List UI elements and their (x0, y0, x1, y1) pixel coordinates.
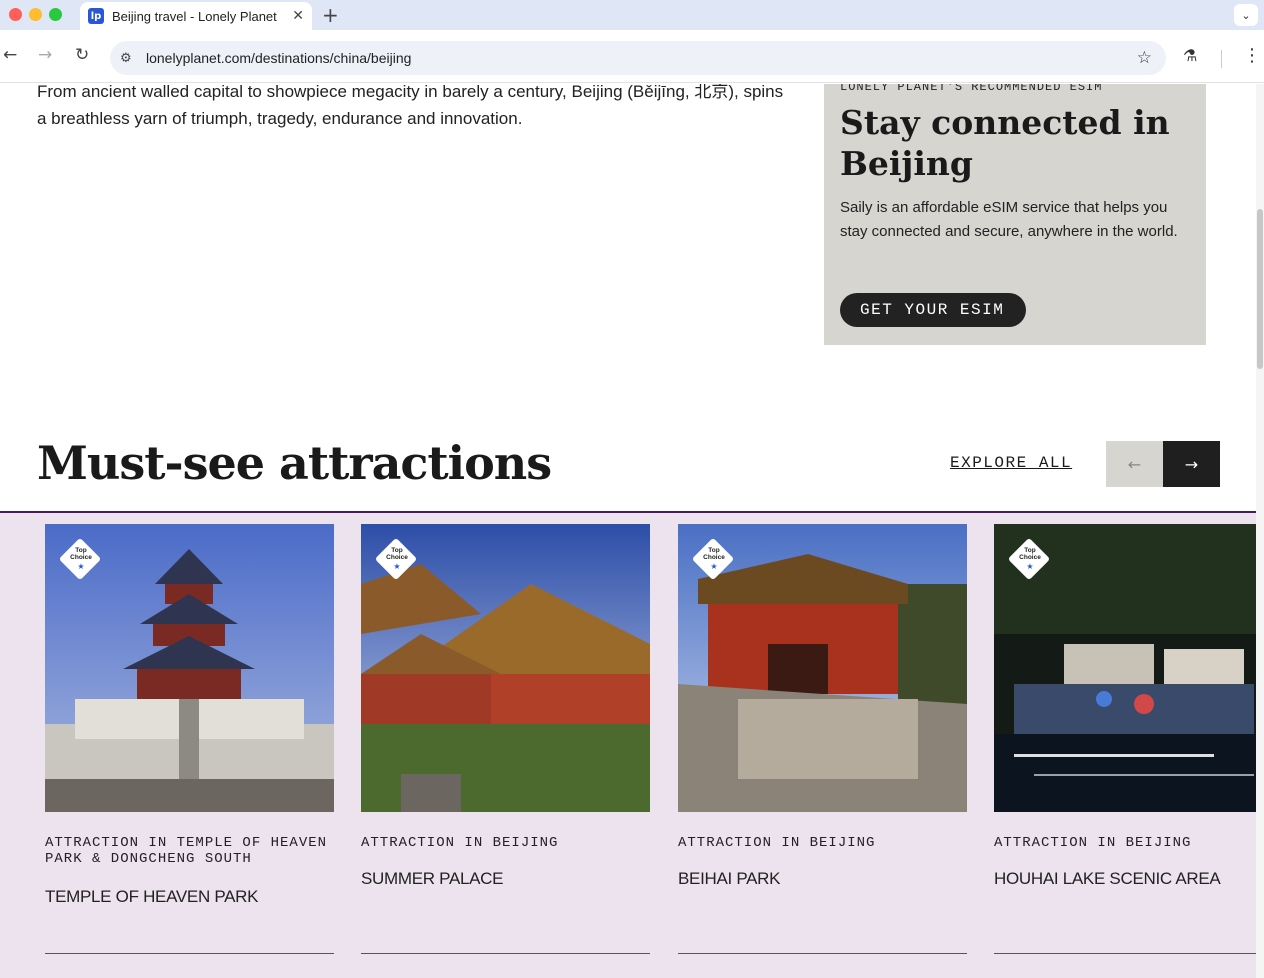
card-title-link[interactable]: SUMMER PALACE (361, 869, 650, 889)
top-choice-label: Top Choice (703, 547, 725, 561)
attraction-card[interactable]: Top Choice ★ ATTRACTION IN BEIJING HOUHA… (994, 524, 1256, 889)
attraction-card[interactable]: Top Choice ★ ATTRACTION IN BEIJING SUMME… (361, 524, 650, 889)
intro-paragraph: From ancient walled capital to showpiece… (37, 84, 784, 128)
card-title-link[interactable]: HOUHAI LAKE SCENIC AREA (994, 869, 1256, 889)
browser-tab[interactable]: lp Beijing travel - Lonely Planet ✕ (80, 2, 312, 30)
carousel-nav: ← → (1106, 441, 1220, 487)
star-icon: ★ (393, 562, 401, 571)
browser-toolbar: ← → ↻ ⚙ lonelyplanet.com/destinations/ch… (0, 30, 1264, 83)
star-icon: ★ (710, 562, 718, 571)
top-choice-label: Top Choice (386, 547, 408, 561)
card-title-link[interactable]: TEMPLE OF HEAVEN PARK (45, 887, 334, 907)
esim-eyebrow: LONELY PLANET'S RECOMMENDED ESIM (840, 84, 1103, 94)
top-choice-label: Top Choice (70, 547, 92, 561)
new-tab-icon[interactable]: + (322, 3, 339, 27)
maximize-window-button[interactable] (49, 8, 62, 21)
site-settings-icon[interactable]: ⚙ (120, 51, 138, 66)
tab-search-chevron-icon[interactable]: ⌄ (1234, 4, 1258, 26)
star-icon: ★ (77, 562, 85, 571)
star-icon: ★ (1026, 562, 1034, 571)
card-category: ATTRACTION IN BEIJING (361, 835, 559, 851)
attraction-card[interactable]: Top Choice ★ ATTRACTION IN TEMPLE OF HEA… (45, 524, 334, 907)
minimize-window-button[interactable] (29, 8, 42, 21)
card-divider (678, 953, 967, 954)
address-bar[interactable]: ⚙ lonelyplanet.com/destinations/china/be… (110, 41, 1166, 75)
card-divider (361, 953, 650, 954)
tab-title: Beijing travel - Lonely Planet (112, 8, 277, 24)
close-tab-icon[interactable]: ✕ (292, 8, 304, 24)
forward-arrow-icon[interactable]: → (38, 45, 52, 65)
card-divider (45, 953, 334, 954)
card-category: ATTRACTION IN TEMPLE OF HEAVEN PARK & DO… (45, 835, 328, 867)
lonely-planet-favicon-icon: lp (88, 8, 104, 24)
arrow-left-icon: ← (1127, 454, 1142, 474)
attraction-card[interactable]: Top Choice ★ ATTRACTION IN BEIJING BEIHA… (678, 524, 967, 889)
esim-promo-card: LONELY PLANET'S RECOMMENDED ESIM Stay co… (824, 84, 1206, 345)
attractions-carousel[interactable]: Top Choice ★ ATTRACTION IN TEMPLE OF HEA… (0, 511, 1256, 978)
page-scrollbar[interactable] (1256, 84, 1264, 978)
get-esim-button[interactable]: GET YOUR ESIM (840, 293, 1027, 327)
labs-flask-icon[interactable]: ⚗ (1183, 46, 1197, 65)
toolbar-divider (1221, 50, 1222, 68)
arrow-right-icon: → (1184, 454, 1199, 474)
section-title: Must-see attractions (37, 436, 552, 490)
card-category: ATTRACTION IN BEIJING (994, 835, 1192, 851)
beihai-park-image[interactable]: Top Choice ★ (678, 524, 967, 812)
houhai-lake-image[interactable]: Top Choice ★ (994, 524, 1256, 812)
carousel-prev-button[interactable]: ← (1106, 441, 1163, 487)
summer-palace-image[interactable]: Top Choice ★ (361, 524, 650, 812)
bookmark-star-icon[interactable]: ☆ (1137, 48, 1152, 68)
scrollbar-thumb[interactable] (1257, 209, 1263, 369)
page-content: From ancient walled capital to showpiece… (0, 84, 1256, 978)
card-divider (994, 953, 1256, 954)
back-arrow-icon[interactable]: ← (3, 45, 17, 65)
card-category: ATTRACTION IN BEIJING (678, 835, 876, 851)
top-choice-label: Top Choice (1019, 547, 1041, 561)
url-text[interactable]: lonelyplanet.com/destinations/china/beij… (146, 50, 411, 66)
reload-icon[interactable]: ↻ (75, 45, 89, 65)
more-menu-icon[interactable]: ⋮ (1243, 45, 1261, 66)
esim-title: Stay connected in Beijing (840, 103, 1170, 183)
carousel-next-button[interactable]: → (1163, 441, 1220, 487)
close-window-button[interactable] (9, 8, 22, 21)
explore-all-link[interactable]: EXPLORE ALL (950, 454, 1072, 472)
temple-of-heaven-image[interactable]: Top Choice ★ (45, 524, 334, 812)
esim-description: Saily is an affordable eSIM service that… (840, 199, 1178, 240)
card-title-link[interactable]: BEIHAI PARK (678, 869, 967, 889)
browser-tab-bar: lp Beijing travel - Lonely Planet ✕ + ⌄ (0, 0, 1264, 30)
